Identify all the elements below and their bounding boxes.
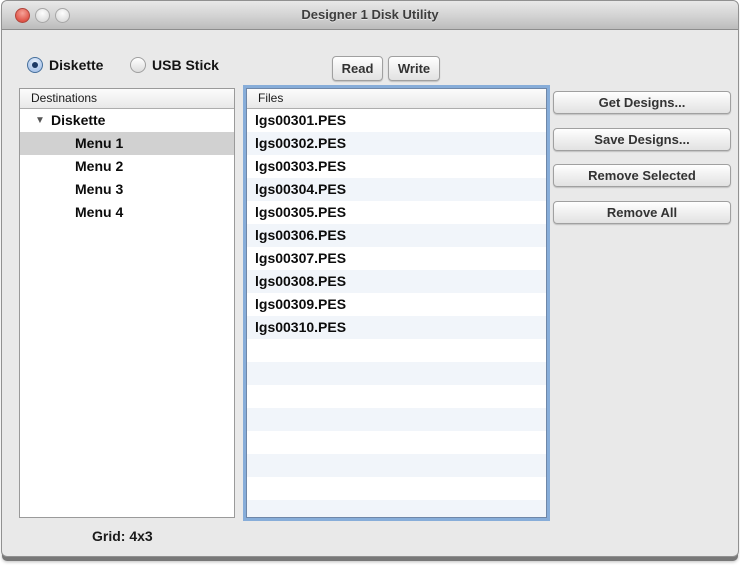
destinations-panel: Destinations ▼ Diskette Menu 1 Menu 2 Me… <box>19 88 235 518</box>
radio-dot-icon <box>32 62 38 68</box>
empty-file-row <box>247 500 546 517</box>
files-header: Files <box>247 89 546 109</box>
save-designs-button[interactable]: Save Designs... <box>553 128 731 151</box>
radio-diskette-label: Diskette <box>49 57 104 73</box>
tree-item-menu-1[interactable]: Menu 1 <box>20 132 234 155</box>
read-button[interactable]: Read <box>332 56 383 81</box>
radio-dot-icon <box>135 62 141 68</box>
file-row[interactable]: lgs00301.PES <box>247 109 546 132</box>
file-row[interactable]: lgs00305.PES <box>247 201 546 224</box>
remove-selected-button[interactable]: Remove Selected <box>553 164 731 187</box>
tree-item-menu-4[interactable]: Menu 4 <box>20 201 234 224</box>
tree-root-label: Diskette <box>51 112 106 128</box>
files-list: lgs00301.PES lgs00302.PES lgs00303.PES l… <box>247 109 546 517</box>
disclosure-triangle-icon[interactable]: ▼ <box>35 109 45 132</box>
empty-file-row <box>247 477 546 500</box>
write-button[interactable]: Write <box>388 56 440 81</box>
tree-item-menu-3[interactable]: Menu 3 <box>20 178 234 201</box>
file-row[interactable]: lgs00307.PES <box>247 247 546 270</box>
file-row[interactable]: lgs00303.PES <box>247 155 546 178</box>
radio-usb-stick[interactable]: USB Stick <box>130 56 219 74</box>
remove-all-button[interactable]: Remove All <box>553 201 731 224</box>
file-row[interactable]: lgs00304.PES <box>247 178 546 201</box>
radio-usb-label: USB Stick <box>152 57 219 73</box>
destinations-header: Destinations <box>20 89 234 109</box>
tree-item-menu-2[interactable]: Menu 2 <box>20 155 234 178</box>
empty-file-row <box>247 339 546 362</box>
tree-item-diskette[interactable]: ▼ Diskette <box>20 109 234 132</box>
empty-file-row <box>247 454 546 477</box>
get-designs-button[interactable]: Get Designs... <box>553 91 731 114</box>
empty-file-row <box>247 362 546 385</box>
file-row[interactable]: lgs00308.PES <box>247 270 546 293</box>
files-panel: Files lgs00301.PES lgs00302.PES lgs00303… <box>246 88 547 518</box>
empty-file-row <box>247 385 546 408</box>
empty-file-row <box>247 408 546 431</box>
file-row[interactable]: lgs00302.PES <box>247 132 546 155</box>
radio-diskette[interactable]: Diskette <box>27 56 103 74</box>
file-row[interactable]: lgs00310.PES <box>247 316 546 339</box>
radio-diskette-circle[interactable] <box>27 57 43 73</box>
radio-usb-circle[interactable] <box>130 57 146 73</box>
file-row[interactable]: lgs00306.PES <box>247 224 546 247</box>
grid-status-label: Grid: 4x3 <box>92 528 153 544</box>
empty-file-row <box>247 431 546 454</box>
file-row[interactable]: lgs00309.PES <box>247 293 546 316</box>
window-title: Designer 1 Disk Utility <box>301 7 439 22</box>
title-bar[interactable]: Designer 1 Disk Utility <box>2 1 738 30</box>
app-window: Designer 1 Disk Utility Diskette USB Sti… <box>1 0 739 557</box>
